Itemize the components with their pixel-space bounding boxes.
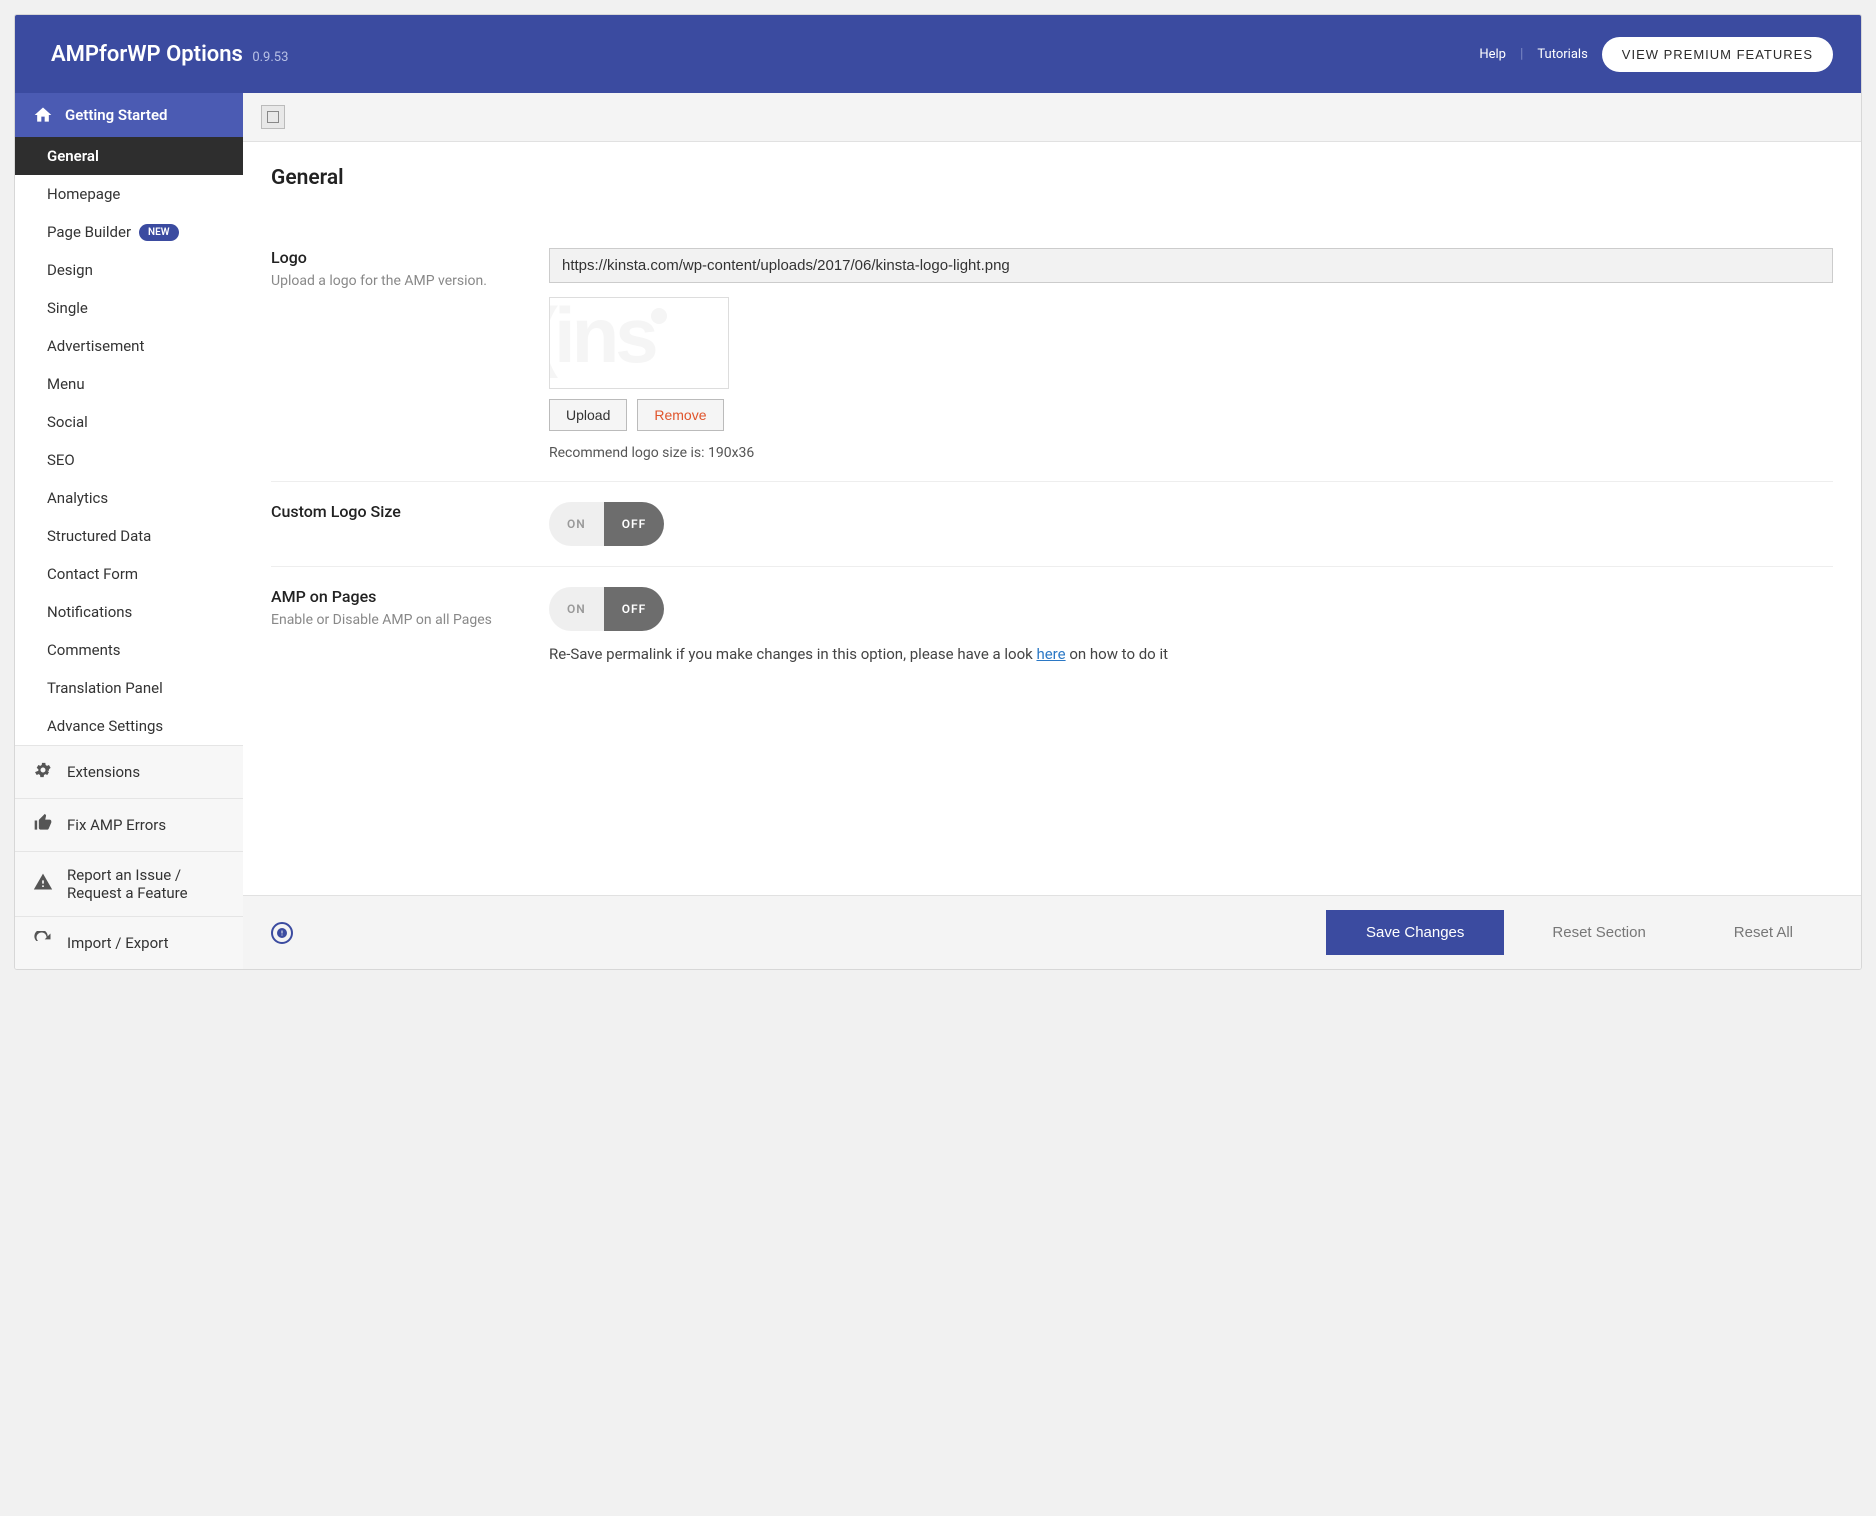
toggle-off[interactable]: OFF — [604, 587, 664, 631]
footer-bar: Save Changes Reset Section Reset All — [243, 895, 1861, 969]
sidebar-ext-label: Extensions — [67, 763, 140, 781]
refresh-icon — [33, 931, 53, 955]
sidebar-item-page-builder[interactable]: Page Builder NEW — [15, 213, 243, 251]
logo-label: Logo — [271, 248, 549, 267]
sidebar-ext-fix-amp-errors[interactable]: Fix AMP Errors — [15, 798, 243, 851]
logo-hint: Recommend logo size is: 190x36 — [549, 445, 1833, 461]
sidebar-ext-label: Import / Export — [67, 934, 169, 952]
sidebar-item-label: Homepage — [47, 185, 120, 203]
sidebar-item-label: Page Builder — [47, 223, 131, 241]
sidebar: Getting Started General Homepage Page Buil… — [15, 93, 243, 969]
sidebar-ext-import-export[interactable]: Import / Export — [15, 916, 243, 969]
thumbs-up-icon — [33, 813, 53, 837]
custom-logo-size-label: Custom Logo Size — [271, 502, 549, 521]
field-amp-on-pages: AMP on Pages Enable or Disable AMP on al… — [271, 566, 1833, 683]
reset-all-button[interactable]: Reset All — [1694, 910, 1833, 955]
field-logo: Logo Upload a logo for the AMP version. … — [271, 228, 1833, 481]
sidebar-ext-label: Report an Issue / Request a Feature — [67, 866, 225, 902]
sidebar-item-design[interactable]: Design — [15, 251, 243, 289]
upload-button[interactable]: Upload — [549, 399, 627, 431]
remove-button[interactable]: Remove — [637, 399, 723, 431]
new-badge: NEW — [139, 224, 179, 241]
custom-logo-size-toggle[interactable]: ON OFF — [549, 502, 664, 546]
amp-pages-desc: Enable or Disable AMP on all Pages — [271, 612, 549, 628]
sidebar-item-label: Comments — [47, 641, 121, 659]
tutorials-link[interactable]: Tutorials — [1537, 47, 1587, 62]
sidebar-item-label: Social — [47, 413, 88, 431]
sidebar-item-label: Structured Data — [47, 527, 151, 545]
expand-icon[interactable] — [261, 105, 285, 129]
sidebar-ext-label: Fix AMP Errors — [67, 816, 166, 834]
here-link[interactable]: here — [1036, 645, 1065, 663]
sidebar-item-label: Menu — [47, 375, 85, 393]
reset-section-button[interactable]: Reset Section — [1512, 910, 1685, 955]
sidebar-item-menu[interactable]: Menu — [15, 365, 243, 403]
toggle-on[interactable]: ON — [549, 502, 604, 546]
header-bar: AMPforWP Options 0.9.53 Help | Tutorials… — [15, 15, 1861, 93]
amp-pages-label: AMP on Pages — [271, 587, 549, 606]
sidebar-item-label: Design — [47, 261, 93, 279]
toggle-off[interactable]: OFF — [604, 502, 664, 546]
sidebar-head-getting-started[interactable]: Getting Started — [15, 93, 243, 137]
sidebar-item-label: Notifications — [47, 603, 132, 621]
logo-preview: (ins — [549, 297, 729, 389]
sidebar-item-translation-panel[interactable]: Translation Panel — [15, 669, 243, 707]
amp-pages-toggle[interactable]: ON OFF — [549, 587, 664, 631]
save-changes-button[interactable]: Save Changes — [1326, 910, 1504, 955]
logo-url-input[interactable] — [549, 248, 1833, 283]
sidebar-item-label: Single — [47, 299, 88, 317]
sidebar-item-analytics[interactable]: Analytics — [15, 479, 243, 517]
sidebar-item-contact-form[interactable]: Contact Form — [15, 555, 243, 593]
sidebar-item-advance-settings[interactable]: Advance Settings — [15, 707, 243, 745]
sidebar-item-social[interactable]: Social — [15, 403, 243, 441]
main-toolbar — [243, 93, 1861, 142]
sidebar-item-label: Contact Form — [47, 565, 138, 583]
gear-icon — [33, 760, 53, 784]
sidebar-item-notifications[interactable]: Notifications — [15, 593, 243, 631]
toggle-on[interactable]: ON — [549, 587, 604, 631]
help-link[interactable]: Help — [1479, 47, 1506, 62]
sidebar-item-advertisement[interactable]: Advertisement — [15, 327, 243, 365]
sidebar-item-general[interactable]: General — [15, 137, 243, 175]
sidebar-item-comments[interactable]: Comments — [15, 631, 243, 669]
sidebar-item-label: SEO — [47, 451, 75, 469]
logo-desc: Upload a logo for the AMP version. — [271, 273, 549, 289]
sidebar-item-seo[interactable]: SEO — [15, 441, 243, 479]
sidebar-item-homepage[interactable]: Homepage — [15, 175, 243, 213]
amp-pages-note: Re-Save permalink if you make changes in… — [549, 645, 1833, 663]
field-custom-logo-size: Custom Logo Size ON OFF — [271, 481, 1833, 566]
home-icon — [33, 105, 53, 125]
sidebar-item-single[interactable]: Single — [15, 289, 243, 327]
view-premium-button[interactable]: VIEW PREMIUM FEATURES — [1602, 37, 1833, 72]
sidebar-item-label: Translation Panel — [47, 679, 163, 697]
sidebar-ext-report-an-issue-request-a-feature[interactable]: Report an Issue / Request a Feature — [15, 851, 243, 916]
sidebar-item-label: Advertisement — [47, 337, 144, 355]
sidebar-item-label: Advance Settings — [47, 717, 163, 735]
app-title: AMPforWP Options — [51, 42, 243, 67]
section-title: General — [271, 166, 1833, 190]
system-info-icon[interactable] — [271, 922, 293, 944]
sidebar-ext-extensions[interactable]: Extensions — [15, 745, 243, 798]
warning-icon — [33, 872, 53, 896]
header-separator: | — [1520, 46, 1523, 62]
app-version: 0.9.53 — [252, 50, 288, 65]
sidebar-item-structured-data[interactable]: Structured Data — [15, 517, 243, 555]
sidebar-item-label: Analytics — [47, 489, 108, 507]
sidebar-head-label: Getting Started — [65, 106, 167, 124]
sidebar-item-label: General — [47, 147, 99, 165]
